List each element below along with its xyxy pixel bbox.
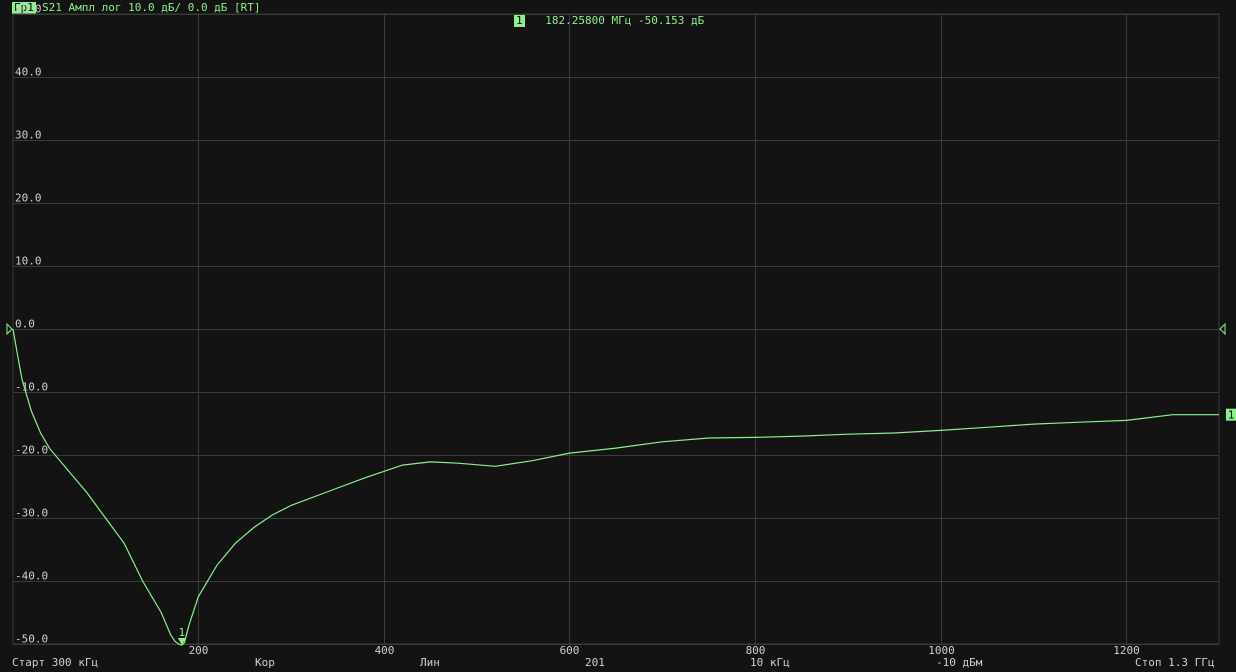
y-tick-label: -50.0 [15,633,48,646]
footer-power[interactable]: -10 дБм [936,657,982,669]
chart-area[interactable]: 50.0 40.0 30.0 20.0 10.0 0.0 -10.0 -20.0 -30.0 -4… [0,0,1236,672]
trace-end-tag-label: 1 [1228,409,1235,422]
y-tick-label: -20.0 [15,444,48,457]
y-tick-label: 0.0 [15,318,35,331]
trace-line [12,328,1219,646]
reference-level-pointer-right [1219,322,1226,336]
y-tick-label: -10.0 [15,381,48,394]
grid-layer [12,13,1220,645]
footer-correction[interactable]: Кор [255,657,275,669]
reference-level-pointer-left [6,322,13,336]
y-tick-label: 20.0 [15,192,42,205]
status-footer: Старт 300 кГц Кор Лин 201 10 кГц -10 дБм… [0,656,1236,672]
marker-label: 1 [179,626,186,639]
marker-layer: 11 [6,322,1236,645]
y-tick-label: 40.0 [15,66,42,79]
y-tick-label: 30.0 [15,129,42,142]
y-tick-label: 10.0 [15,255,42,268]
footer-if-bandwidth[interactable]: 10 кГц [750,657,790,669]
y-tick-label: 50.0 [15,3,42,16]
footer-points[interactable]: 201 [585,657,605,669]
footer-stop-frequency[interactable]: Стоп 1.3 ГГц [1135,657,1214,669]
y-tick-label: -40.0 [15,570,48,583]
trace-layer [12,328,1219,646]
footer-sweep-type[interactable]: Лин [420,657,440,669]
footer-start-frequency[interactable]: Старт 300 кГц [12,657,98,669]
y-tick-label: -30.0 [15,507,48,520]
